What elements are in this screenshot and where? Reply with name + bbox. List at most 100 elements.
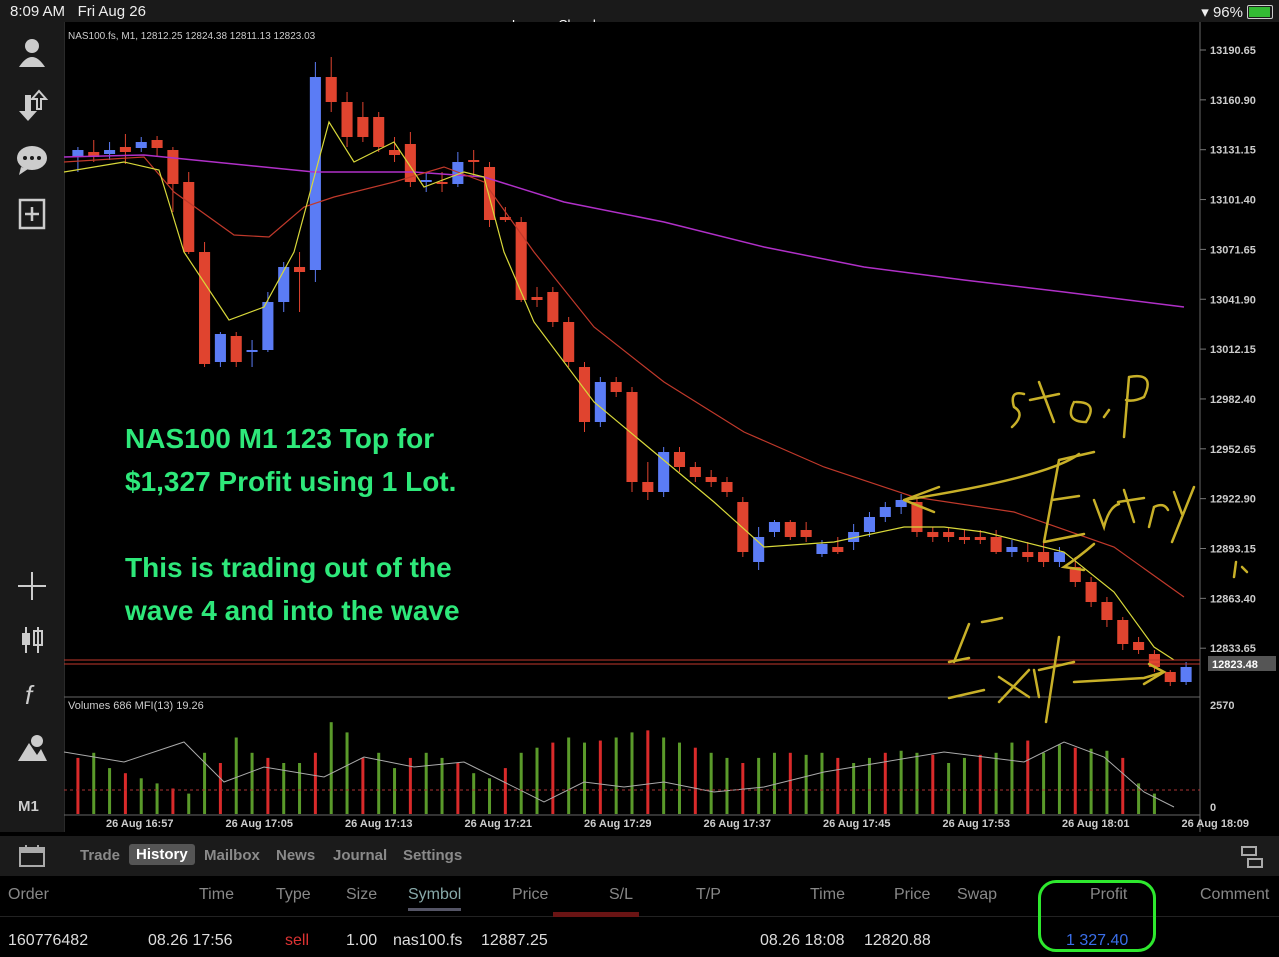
- tab-mailbox[interactable]: Mailbox: [204, 847, 260, 864]
- candle: [990, 537, 1002, 552]
- profit-highlight-circle: [1038, 880, 1156, 952]
- volume-bar: [155, 783, 159, 814]
- volume-bar: [852, 763, 856, 814]
- volume-bar: [377, 752, 381, 814]
- objects-icon[interactable]: [12, 730, 52, 766]
- volume-bar: [614, 737, 618, 814]
- candle: [594, 382, 606, 422]
- trade-arrows-icon[interactable]: [12, 88, 52, 124]
- col-comment[interactable]: Comment: [1200, 886, 1269, 904]
- candle: [167, 150, 179, 184]
- chat-icon[interactable]: [12, 142, 52, 178]
- left-toolbar: f M1: [0, 22, 64, 832]
- volume-bar: [1057, 744, 1061, 814]
- annotation-note-line2: wave 4 and into the wave: [125, 595, 460, 626]
- price-label: 13160.90: [1210, 95, 1256, 107]
- tab-news[interactable]: News: [276, 847, 315, 864]
- volume-bar: [931, 754, 935, 814]
- volume-bar: [978, 754, 982, 814]
- volume-bar: [329, 722, 333, 814]
- candle: [547, 292, 559, 322]
- candle: [863, 517, 876, 532]
- col-tp[interactable]: T/P: [696, 886, 721, 904]
- status-bar: 8:09 AM Fri Aug 26 Lennox Chambers ▾ 96%: [0, 0, 1279, 32]
- time-label: 26 Aug 18:01: [1062, 818, 1129, 830]
- indicators-icon[interactable]: f: [12, 676, 52, 712]
- candle: [958, 537, 970, 540]
- candle: [1117, 620, 1129, 644]
- tab-journal[interactable]: Journal: [333, 847, 387, 864]
- candle: [1180, 667, 1192, 682]
- tab-trade[interactable]: Trade: [80, 847, 120, 864]
- candle: [689, 467, 701, 477]
- account-icon[interactable]: [12, 34, 52, 70]
- candle: [119, 147, 131, 152]
- col-type[interactable]: Type: [276, 886, 311, 904]
- candle: [357, 117, 369, 137]
- volume-bar: [472, 773, 476, 814]
- volume-bar: [994, 752, 998, 814]
- col-close-time[interactable]: Time: [810, 886, 845, 904]
- price-label: 13012.15: [1210, 344, 1256, 356]
- candle: [768, 522, 781, 532]
- trade-type: sell: [285, 932, 310, 949]
- volume-bar: [139, 778, 143, 814]
- col-open-price[interactable]: Price: [512, 886, 548, 904]
- time-label: 26 Aug 17:45: [823, 818, 890, 830]
- battery-percent: ▾ 96%: [1201, 4, 1243, 21]
- candle: [879, 507, 891, 517]
- layout-toggle-icon[interactable]: [1239, 844, 1265, 875]
- candle: [1101, 602, 1113, 620]
- candle: [531, 297, 543, 300]
- new-order-icon[interactable]: [12, 196, 52, 232]
- candle: [784, 522, 796, 537]
- candle: [1053, 552, 1065, 562]
- candle: [199, 252, 211, 364]
- candle: [737, 502, 749, 552]
- col-open-time[interactable]: Time: [199, 886, 234, 904]
- candle: [1133, 642, 1145, 650]
- col-close-price[interactable]: Price: [894, 886, 930, 904]
- col-order[interactable]: Order: [8, 886, 49, 904]
- volume-bar: [820, 752, 824, 814]
- price-label: 12833.65: [1210, 643, 1256, 655]
- price-label: 13041.90: [1210, 294, 1256, 306]
- col-swap[interactable]: Swap: [957, 886, 997, 904]
- price-label: 12863.40: [1210, 593, 1256, 605]
- terminal-tab-bar: Trade History Mailbox News Journal Setti…: [0, 836, 1279, 876]
- handwritten-annotations: [902, 374, 1249, 724]
- volume-bar: [630, 732, 634, 814]
- volume-bar: [1089, 748, 1093, 814]
- chart-info: NAS100.fs, M1, 12812.25 12824.38 12811.1…: [68, 31, 316, 42]
- chart-type-icon[interactable]: [12, 622, 52, 658]
- calendar-icon[interactable]: [18, 844, 46, 873]
- time-label: 26 Aug 17:05: [226, 818, 293, 830]
- candle: [832, 547, 844, 552]
- col-sl[interactable]: S/L: [609, 886, 633, 904]
- volume-info: Volumes 686 MFI(13) 19.26: [68, 700, 204, 712]
- candle: [563, 322, 575, 362]
- candle: [642, 482, 654, 492]
- volume-bar: [503, 768, 507, 814]
- timeframe-button[interactable]: M1: [18, 798, 39, 815]
- candle: [246, 350, 258, 352]
- candle: [294, 267, 306, 272]
- tab-settings[interactable]: Settings: [403, 847, 462, 864]
- crosshair-icon[interactable]: [12, 568, 52, 604]
- candle: [610, 382, 622, 392]
- trade-symbol: nas100.fs: [393, 932, 463, 949]
- candle: [705, 477, 717, 482]
- sl-column-marker: [553, 912, 639, 917]
- time-label: 26 Aug 17:29: [584, 818, 651, 830]
- time-label: 26 Aug 17:21: [465, 818, 532, 830]
- col-size[interactable]: Size: [346, 886, 377, 904]
- volume-bar: [709, 752, 713, 814]
- volume-bar: [1042, 752, 1046, 814]
- volume-bar: [393, 768, 397, 814]
- time-label: 26 Aug 17:37: [704, 818, 771, 830]
- volume-bar: [108, 768, 112, 814]
- volume-bar: [583, 742, 587, 814]
- col-symbol[interactable]: Symbol: [408, 886, 462, 911]
- price-label: 13071.65: [1210, 244, 1256, 256]
- tab-history[interactable]: History: [129, 844, 195, 865]
